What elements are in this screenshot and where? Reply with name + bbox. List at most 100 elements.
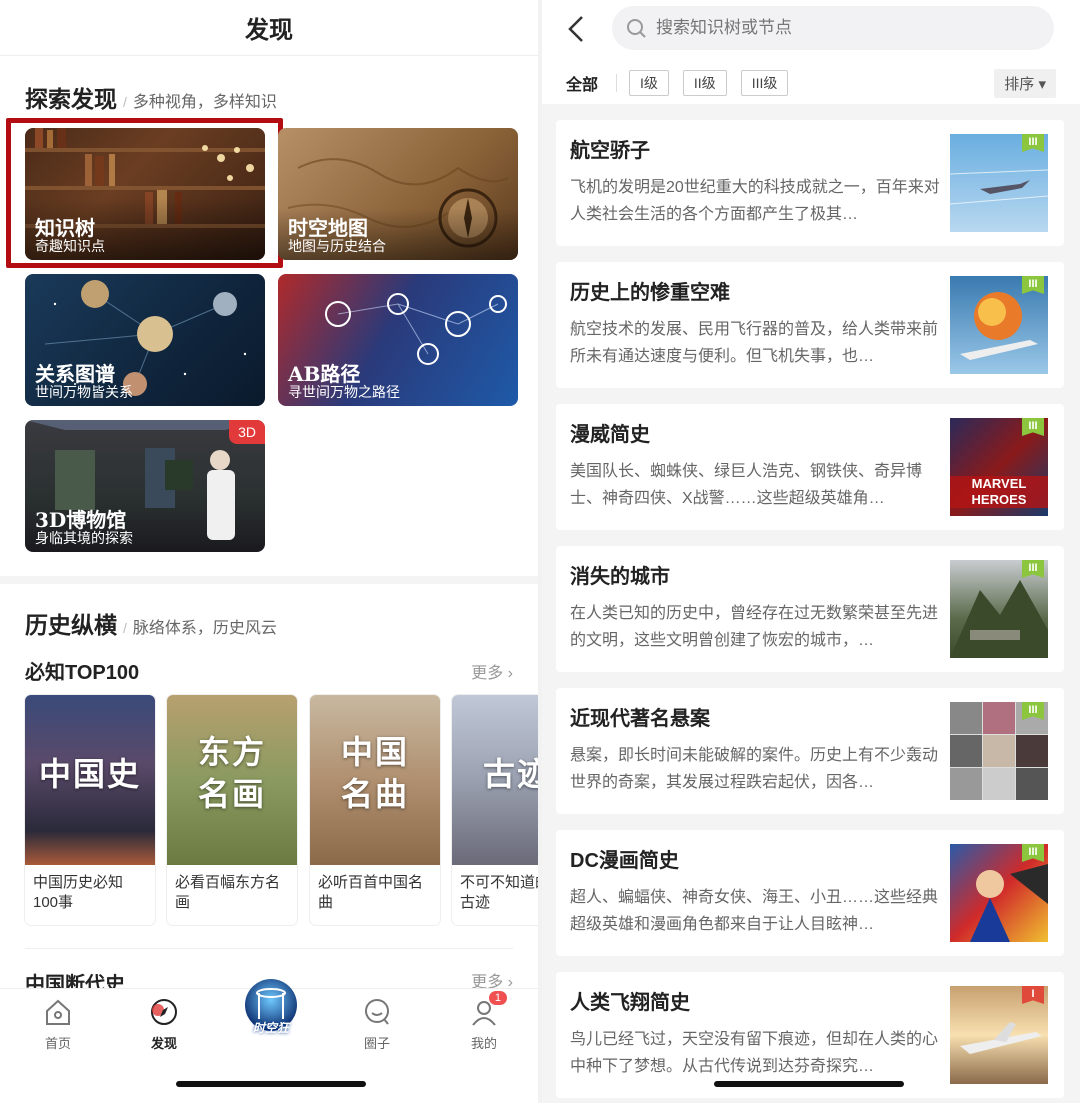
explore-subheading: 多种视角，多样知识 — [132, 94, 277, 111]
filter-separator — [616, 74, 618, 92]
search-header: 全部 I级 II级 III级 排序 ▾ — [542, 0, 1080, 104]
poster-image: 东方 名画 — [167, 695, 297, 865]
search-bar[interactable] — [612, 6, 1054, 50]
dynasty-title: 中国断代史 — [25, 974, 125, 990]
poster-title-line1: 中国 — [340, 733, 409, 771]
home-indicator — [176, 1081, 366, 1087]
3d-badge: 3D — [229, 420, 265, 444]
item-thumbnail: III — [950, 560, 1048, 658]
item-title: 消失的城市 — [570, 566, 670, 588]
list-item[interactable]: 消失的城市 在人类已知的历史中，曾经存在过无数繁荣甚至先进的文明，这些文明曾创建… — [556, 546, 1064, 672]
poster-chinese-history[interactable]: 中国史 中国历史必知100事 — [25, 695, 155, 925]
home-icon — [43, 997, 73, 1027]
section-divider — [0, 576, 538, 584]
airplane-image — [960, 1022, 1042, 1054]
poster-caption: 中国历史必知100事 — [33, 874, 124, 911]
history-section-header: 历史纵横 / 脉络体系，历史风云 — [0, 606, 302, 640]
tab-label: 时空狂 — [252, 1021, 289, 1035]
discover-screen: 发现 探索发现 / 多种视角，多样知识 知识树 奇趣知识点 时空地图 地图与历史… — [0, 0, 538, 1103]
explore-heading: 探索发现 — [25, 86, 117, 112]
home-indicator — [714, 1081, 904, 1087]
tab-label: 我的 — [470, 1036, 497, 1051]
filter-all[interactable]: 全部 — [566, 71, 598, 95]
list-item[interactable]: 人类飞翔简史 鸟儿已经飞过，天空没有留下痕迹，但却在人类的心中种下了梦想。从古代… — [556, 972, 1064, 1098]
item-thumbnail: III — [950, 844, 1048, 942]
item-title: 航空骄子 — [570, 140, 650, 162]
explosion-image — [960, 292, 1038, 360]
chat-bubble-icon — [362, 997, 392, 1027]
item-thumbnail: I — [950, 986, 1048, 1084]
poster-ancient-sites[interactable]: 古迹 不可不知道的大古迹 — [452, 695, 538, 925]
filter-level-3[interactable]: III级 — [740, 70, 789, 96]
back-arrow-icon[interactable] — [564, 14, 590, 44]
heading-separator: / — [123, 620, 127, 636]
item-thumbnail: III — [950, 276, 1048, 374]
list-item[interactable]: 航空骄子 飞机的发明是20世纪重大的科技成就之一，百年来对人类社会生活的各个方面… — [556, 120, 1064, 246]
top-bar: 发现 — [0, 0, 538, 56]
item-thumbnail: MARVEL HEROES III — [950, 418, 1048, 516]
list-item[interactable]: 历史上的惨重空难 航空技术的发展、民用飞行器的普及，给人类带来前所未有通达速度与… — [556, 262, 1064, 388]
item-title: 人类飞翔简史 — [570, 992, 690, 1014]
poster-eastern-paintings[interactable]: 东方 名画 必看百幅东方名画 — [167, 695, 297, 925]
knowledge-tree-list-screen: 全部 I级 II级 III级 排序 ▾ 航空骄子 飞机的发明是20世纪重大的科技… — [542, 0, 1080, 1103]
top100-more-link[interactable]: 更多 › — [471, 659, 513, 683]
search-icon — [627, 19, 646, 38]
item-title: 历史上的惨重空难 — [570, 282, 730, 304]
tab-circle[interactable]: 圈子 — [342, 997, 412, 1052]
jet-image — [950, 169, 1048, 205]
item-title: 近现代著名悬案 — [570, 708, 710, 730]
item-description: 悬案，即长时间未能破解的案件。历史上有不少轰动世界的奇案，其发展过程跌宕起伏，因… — [570, 747, 939, 791]
item-description: 在人类已知的历史中，曾经存在过无数繁荣甚至先进的文明，这些文明曾创建了恢宏的城市… — [570, 605, 939, 649]
poster-chinese-music[interactable]: 中国 名曲 必听百首中国名曲 — [310, 695, 440, 925]
poster-title-line2: 名画 — [197, 775, 266, 813]
comic-heroes-image — [970, 864, 1048, 942]
sort-dropdown[interactable]: 排序 ▾ — [994, 68, 1056, 98]
list-item[interactable]: 漫威简史 美国队长、蜘蛛侠、绿巨人浩克、钢铁侠、奇异博士、神奇四侠、X战警……这… — [556, 404, 1064, 530]
poster-title-line1: 东方 — [197, 733, 266, 771]
heading-separator: / — [123, 94, 127, 110]
card-spacetime-map[interactable]: 时空地图 地图与历史结合 — [278, 128, 518, 260]
section-divider-line — [25, 948, 513, 949]
tab-label: 发现 — [150, 1036, 177, 1051]
poster-caption: 必看百幅东方名画 — [175, 874, 281, 911]
item-description: 超人、蝙蝠侠、神奇女侠、海王、小丑……这些经典超级英雄和漫画角色都来自于让人目眩… — [570, 889, 939, 933]
dynasty-more-link[interactable]: 更多 › — [471, 968, 513, 990]
selection-highlight-box — [6, 118, 283, 268]
screenshot-root: 发现 探索发现 / 多种视角，多样知识 知识树 奇趣知识点 时空地图 地图与历史… — [0, 0, 1080, 1103]
notification-badge: 1 — [488, 991, 507, 1005]
poster-image: 古迹 — [452, 695, 538, 865]
level-badge: III — [1022, 418, 1044, 436]
item-description: 飞机的发明是20世纪重大的科技成就之一，百年来对人类社会生活的各个方面都产生了极… — [570, 179, 940, 223]
item-title: DC漫画简史 — [570, 850, 679, 872]
poster-image: 中国 名曲 — [310, 695, 440, 865]
tab-home[interactable]: 首页 — [23, 997, 93, 1052]
filter-level-2[interactable]: II级 — [682, 70, 727, 96]
filter-level-1[interactable]: I级 — [629, 70, 669, 96]
list-item[interactable]: 近现代著名悬案 悬案，即长时间未能破解的案件。历史上有不少轰动世界的奇案，其发展… — [556, 688, 1064, 814]
collage-image — [950, 702, 1048, 800]
card-3d-museum[interactable]: 3D 3D博物馆 身临其境的探索 — [25, 420, 265, 552]
list-item[interactable]: DC漫画简史 超人、蝙蝠侠、神奇女侠、海王、小丑……这些经典超级英雄和漫画角色都… — [556, 830, 1064, 956]
card-ab-path[interactable]: AB路径 寻世间万物之路径 — [278, 274, 518, 406]
mountain-ruins-image — [950, 580, 1048, 658]
poster-title: 古迹 — [482, 755, 538, 793]
item-description: 航空技术的发展、民用飞行器的普及，给人类带来前所未有通达速度与便利。但飞机失事，… — [570, 321, 939, 365]
top100-header: 必知TOP100 更多 › — [25, 656, 513, 685]
poster-image: 中国史 — [25, 695, 155, 865]
item-title: 漫威简史 — [570, 424, 650, 446]
item-description: 鸟儿已经飞过，天空没有留下痕迹，但却在人类的心中种下了梦想。从古代传说到达芬奇探… — [570, 1031, 939, 1075]
poster-title: 中国史 — [38, 755, 141, 793]
poster-caption: 必听百首中国名曲 — [318, 874, 424, 911]
card-subtitle: 寻世间万物之路径 — [288, 384, 400, 400]
spacetime-center-button[interactable]: 时空狂 — [243, 979, 299, 1041]
tab-profile[interactable]: 1 我的 — [449, 991, 519, 1052]
card-subtitle: 身临其境的探索 — [35, 530, 133, 546]
card-subtitle: 地图与历史结合 — [288, 238, 386, 254]
explore-section-header: 探索发现 / 多种视角，多样知识 — [0, 80, 302, 114]
user-icon: 1 — [469, 991, 507, 1027]
tab-discover[interactable]: 发现 — [129, 997, 199, 1052]
search-input[interactable] — [656, 18, 1036, 38]
card-relation-graph[interactable]: 关系图谱 世间万物皆关系 — [25, 274, 265, 406]
item-thumbnail: III — [950, 702, 1048, 800]
item-thumbnail: III — [950, 134, 1048, 232]
